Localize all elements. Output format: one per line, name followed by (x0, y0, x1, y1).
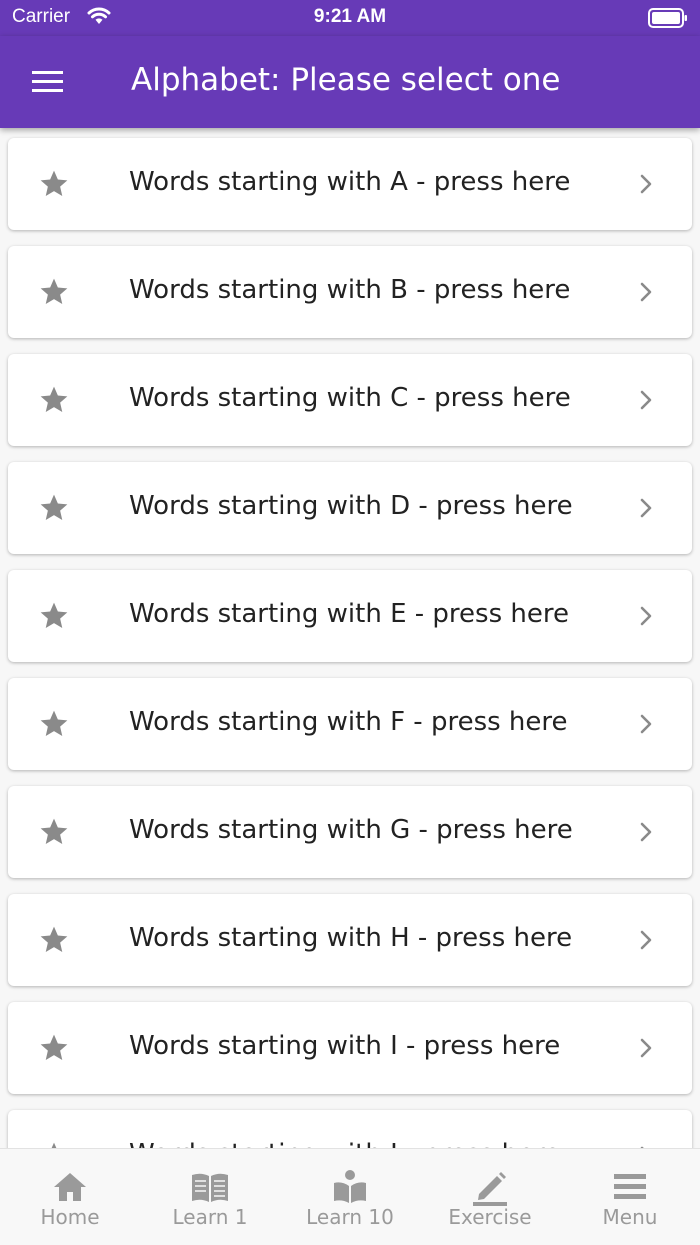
chevron-right-icon (640, 930, 652, 950)
star-icon[interactable] (38, 276, 70, 308)
chevron-right-icon (640, 714, 652, 734)
chevron-right-icon (640, 606, 652, 626)
list-item-label: Words starting with E - press here (129, 599, 569, 629)
star-icon[interactable] (38, 816, 70, 848)
star-icon[interactable] (38, 168, 70, 200)
chevron-right-icon (640, 498, 652, 518)
list-item-label: Words starting with D - press here (129, 491, 573, 521)
star-icon[interactable] (38, 1140, 70, 1148)
alphabet-list[interactable]: Words starting with A - press here Words … (0, 128, 700, 1148)
list-item[interactable]: Words starting with B - press here (8, 246, 692, 338)
chevron-right-icon (640, 1038, 652, 1058)
list-item[interactable]: Words starting with A - press here (8, 138, 692, 230)
list-item-label: Words starting with C - press here (129, 383, 571, 413)
book-icon (192, 1173, 228, 1202)
menu-icon (614, 1174, 646, 1199)
list-item-label: Words starting with I - press here (129, 1031, 561, 1061)
tab-home[interactable]: Home (0, 1149, 140, 1245)
list-item[interactable]: Words starting with G - press here (8, 786, 692, 878)
status-bar: Carrier 9:21 AM (0, 0, 700, 36)
list-item[interactable]: Words starting with F - press here (8, 678, 692, 770)
chevron-right-icon (640, 822, 652, 842)
chevron-right-icon (640, 174, 652, 194)
star-icon[interactable] (38, 924, 70, 956)
tab-label: Home (40, 1205, 100, 1229)
app-bar: Alphabet: Please select one (0, 36, 700, 128)
reader-icon (334, 1170, 366, 1203)
star-icon[interactable] (38, 1032, 70, 1064)
tab-bar: Home Learn 1 Learn 10 Exercise Menu (0, 1148, 700, 1245)
tab-exercise[interactable]: Exercise (420, 1149, 560, 1245)
star-icon[interactable] (38, 492, 70, 524)
tab-label: Exercise (448, 1205, 532, 1229)
pencil-icon (473, 1172, 507, 1206)
star-icon[interactable] (38, 600, 70, 632)
tab-menu[interactable]: Menu (560, 1149, 700, 1245)
list-item[interactable]: Words starting with I - press here (8, 1002, 692, 1094)
list-item[interactable]: Words starting with D - press here (8, 462, 692, 554)
list-item-label: Words starting with G - press here (129, 815, 573, 845)
list-item[interactable]: Words starting with E - press here (8, 570, 692, 662)
list-item-label: Words starting with F - press here (129, 707, 568, 737)
tab-label: Learn 10 (306, 1205, 394, 1229)
list-item-label: Words starting with A - press here (129, 167, 571, 197)
tab-learn-10[interactable]: Learn 10 (280, 1149, 420, 1245)
tab-learn-1[interactable]: Learn 1 (140, 1149, 280, 1245)
list-item-label: Words starting with B - press here (129, 275, 571, 305)
chevron-right-icon (640, 282, 652, 302)
chevron-right-icon (640, 390, 652, 410)
list-item[interactable]: Words starting with C - press here (8, 354, 692, 446)
tab-label: Learn 1 (172, 1205, 248, 1229)
clock: 9:21 AM (313, 6, 387, 27)
list-item-label: Words starting with H - press here (129, 923, 573, 953)
battery-icon (648, 8, 687, 28)
star-icon[interactable] (38, 708, 70, 740)
page-title: Alphabet: Please select one (131, 62, 561, 98)
star-icon[interactable] (38, 384, 70, 416)
list-item-label: Words starting with J - press here (129, 1139, 560, 1148)
hamburger-icon[interactable] (30, 68, 66, 96)
list-item[interactable]: Words starting with H - press here (8, 894, 692, 986)
tab-label: Menu (602, 1205, 658, 1229)
list-item[interactable]: Words starting with J - press here (8, 1110, 692, 1148)
home-icon (54, 1173, 86, 1201)
